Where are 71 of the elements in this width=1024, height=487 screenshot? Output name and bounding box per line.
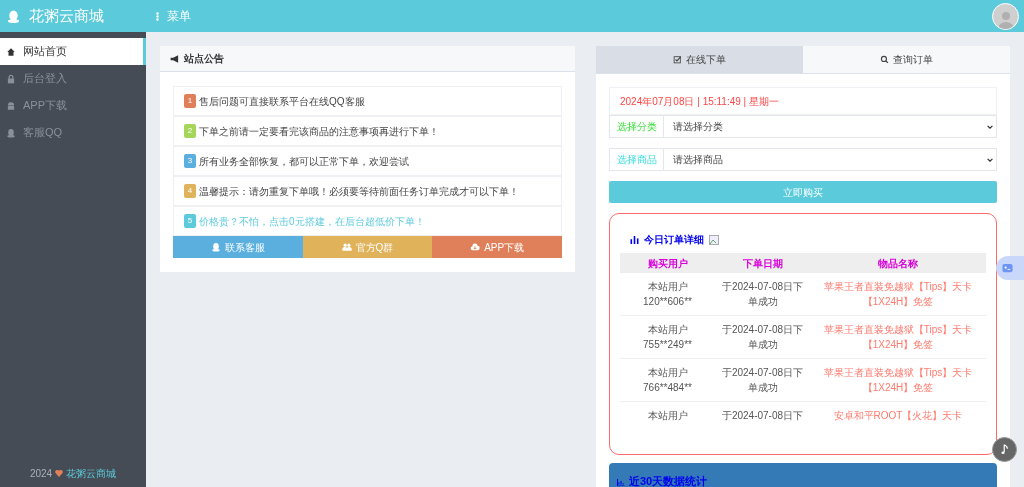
home-icon	[6, 46, 16, 57]
qq-icon	[6, 8, 21, 24]
table-cell-text: 苹果王者直装免越狱【Tips】天卡【1X24H】免签	[822, 366, 974, 395]
group-icon	[341, 242, 352, 252]
notice-text: 售后问题可直接联系平台在线QQ客服	[199, 94, 365, 109]
vertical-dots-icon	[156, 11, 159, 21]
menu-button[interactable]: 菜单	[167, 7, 191, 25]
chat-float-button[interactable]	[996, 256, 1024, 280]
number-badge: 3	[184, 154, 196, 168]
footer-link[interactable]: 花粥云商城	[66, 466, 117, 481]
column-header: 物品名称	[877, 256, 919, 271]
number-badge: 5	[184, 214, 196, 228]
site-name[interactable]: 花粥云商城	[29, 4, 104, 28]
column-header: 下单日期	[741, 256, 784, 271]
action-button[interactable]: 联系客服	[173, 236, 303, 258]
notice-text: 下单之前请一定要看完该商品的注意事项再进行下单！	[199, 124, 439, 139]
footer-year: 2024	[29, 467, 53, 481]
panel-title: 站点公告	[184, 52, 224, 66]
action-button[interactable]: 官方Q群	[302, 236, 433, 258]
search-icon	[880, 55, 889, 64]
sidebar-item[interactable]: 客服QQ	[0, 119, 146, 146]
table-cell-text: 本站用户	[647, 409, 688, 423]
android-icon	[6, 100, 16, 111]
table-cell-text: 苹果王者直装免越狱【Tips】天卡【1X24H】免签	[822, 280, 974, 309]
number-badge: 2	[184, 124, 196, 138]
field-label: 选择商品	[610, 149, 664, 170]
number-badge: 4	[184, 184, 196, 198]
bar-chart-icon	[630, 235, 639, 244]
table-cell-text: 本站用户 120**606**	[643, 280, 692, 309]
qq-icon	[210, 242, 221, 252]
table-cell-text: 于2024-07-08日下	[721, 409, 804, 423]
sidebar-item[interactable]: APP下载	[0, 92, 146, 119]
table-cell-text: 于2024-07-08日下单成功	[721, 366, 804, 395]
qq-icon	[6, 127, 16, 138]
action-button[interactable]: APP下载	[432, 236, 562, 258]
select-value: 请选择商品	[672, 153, 724, 167]
column-header: 购买用户	[646, 256, 689, 271]
panel-title: 近30天数据统计	[629, 475, 708, 487]
table-cell-text: 安卓和平ROOT【火花】天卡	[832, 409, 964, 423]
field-label: 选择分类	[610, 116, 664, 137]
cloud-download-icon	[470, 242, 481, 252]
chat-icon	[1002, 262, 1013, 274]
number-badge: 1	[184, 94, 196, 108]
table-cell-text: 于2024-07-08日下单成功	[721, 323, 804, 352]
table-cell-text: 苹果王者直装免越狱【Tips】天卡【1X24H】免签	[822, 323, 974, 352]
table-cell-text: 本站用户 755**249**	[643, 323, 692, 352]
table-cell-text: 于2024-07-08日下单成功	[721, 280, 804, 309]
select-value: 请选择分类	[672, 120, 724, 134]
datetime-display: 2024年07月08日 | 15:11:49 | 星期一	[609, 87, 997, 115]
notice-text: 温馨提示：请勿重复下单哦！必须要等待前面任务订单完成才可以下单！	[199, 184, 519, 199]
chevron-down-icon	[987, 157, 993, 162]
tab[interactable]: 查询订单	[803, 46, 1010, 73]
tab[interactable]: 在线下单	[596, 46, 803, 73]
line-chart-icon	[617, 479, 625, 486]
heart-icon	[55, 470, 64, 477]
buy-button[interactable]: 立即购买	[609, 181, 997, 203]
select-field[interactable]: 选择分类 请选择分类	[609, 115, 997, 138]
broken-image-icon	[709, 234, 719, 245]
chevron-down-icon	[987, 124, 993, 129]
music-note-icon	[1000, 443, 1009, 456]
notice-text: 所有业务全部恢复，都可以正常下单，欢迎尝试	[199, 154, 409, 169]
sidebar-item[interactable]: 后台登入	[0, 65, 146, 92]
megaphone-icon	[170, 53, 180, 64]
select-field[interactable]: 选择商品 请选择商品	[609, 148, 997, 171]
avatar[interactable]	[992, 2, 1019, 30]
checkbox-icon	[673, 55, 682, 64]
lock-icon	[6, 73, 16, 84]
notice-text: 价格贵？不怕，点击0元搭建，在后台超低价下单！	[199, 214, 425, 229]
sidebar-item[interactable]: 网站首页	[0, 38, 146, 65]
card-title: 今日订单详细	[644, 233, 704, 247]
table-cell-text: 本站用户 766**484**	[643, 366, 692, 395]
